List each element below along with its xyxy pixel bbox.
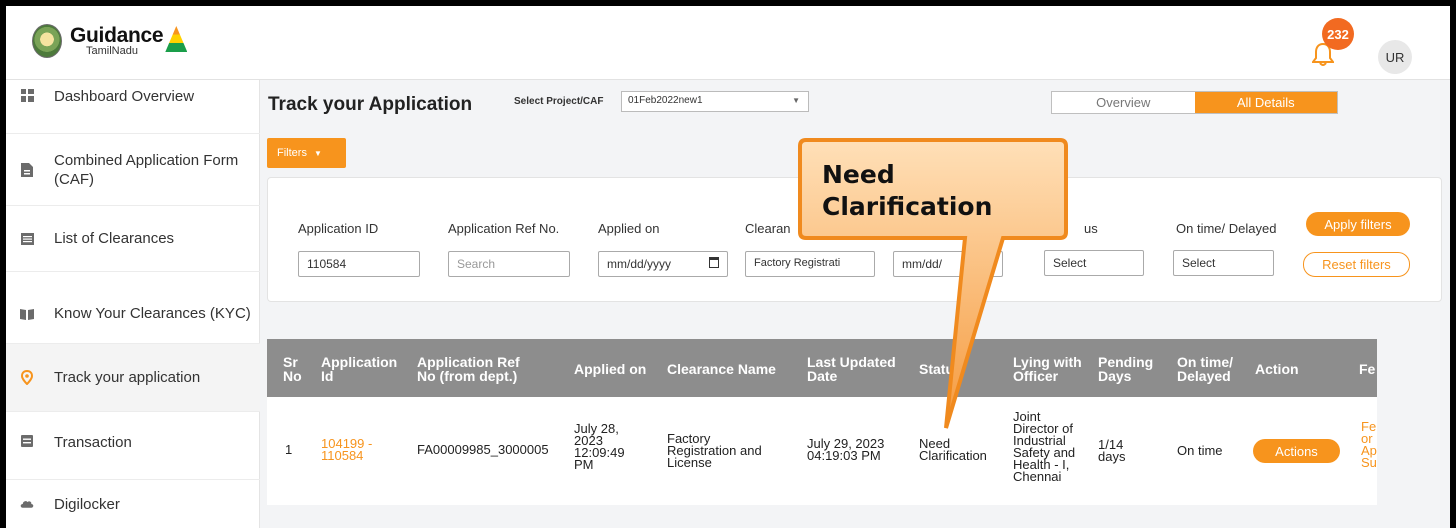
sidebar-item-label: Know Your Clearances (KYC) bbox=[54, 305, 251, 322]
logo-title: Guidance bbox=[70, 24, 164, 47]
table-header: Sr No Application Id Application Ref No … bbox=[267, 339, 1377, 397]
sidebar-item-label: List of Clearances bbox=[54, 230, 175, 247]
ref-no-input[interactable]: Search bbox=[448, 251, 570, 277]
sidebar: Dashboard Overview Combined Application … bbox=[6, 80, 260, 528]
th-ontime-delayed: On time/ Delayed bbox=[1177, 354, 1234, 384]
td-ontime-delayed: On time bbox=[1177, 443, 1223, 458]
td-application-id-link[interactable]: 104199 - 110584 bbox=[321, 437, 372, 462]
chevron-down-icon: ▼ bbox=[792, 96, 800, 105]
td-sr-no: 1 bbox=[285, 442, 293, 457]
document-icon bbox=[20, 162, 34, 177]
apply-filters-button[interactable]: Apply filters bbox=[1306, 212, 1410, 236]
status-label: us bbox=[1084, 221, 1098, 236]
caret-down-icon: ▼ bbox=[313, 148, 322, 158]
clearance-label: Clearan bbox=[745, 221, 791, 236]
th-status: Statu bbox=[919, 361, 954, 377]
book-icon bbox=[20, 307, 34, 321]
transaction-icon bbox=[20, 434, 34, 448]
sidebar-item-label: Combined Application Form (CAF) bbox=[54, 151, 239, 188]
td-last-updated: July 29, 2023 04:19:03 PM bbox=[807, 436, 885, 463]
location-pin-icon bbox=[20, 370, 34, 385]
sidebar-item-label: Track your application bbox=[54, 369, 201, 386]
filters-button-label: Filters bbox=[277, 147, 307, 159]
application-id-input[interactable]: 110584 bbox=[298, 251, 420, 277]
cloud-icon bbox=[20, 496, 34, 510]
td-applied-on: July 28, 2023 12:09:49 PM bbox=[574, 421, 625, 472]
project-select-label: Select Project/CAF bbox=[514, 96, 604, 107]
guidance-logo[interactable]: Guidance TamilNadu bbox=[32, 24, 188, 58]
sidebar-item-label: Digilocker bbox=[54, 496, 120, 513]
logo-subtitle: TamilNadu bbox=[86, 45, 138, 57]
reset-filters-button[interactable]: Reset filters bbox=[1303, 252, 1410, 277]
view-toggle: Overview All Details bbox=[1051, 91, 1338, 114]
applied-on-placeholder: mm/dd/yyyy bbox=[607, 257, 672, 271]
th-application-ref: Application Ref No (from dept.) bbox=[417, 354, 520, 384]
sidebar-item-label: Dashboard Overview bbox=[54, 88, 195, 105]
th-sr-no: Sr No bbox=[283, 354, 302, 384]
clearance-select[interactable]: Factory Registrati bbox=[745, 251, 875, 277]
th-applied-on: Applied on bbox=[574, 361, 647, 377]
notification-badge[interactable]: 232 bbox=[1322, 18, 1354, 50]
calendar-icon bbox=[709, 257, 719, 268]
project-select[interactable]: 01Feb2022new1 ▼ bbox=[621, 91, 809, 112]
applied-on-label: Applied on bbox=[598, 221, 660, 236]
td-fe-link[interactable]: Fe or Ap Su bbox=[1361, 421, 1377, 469]
applied-on-date-input[interactable]: mm/dd/yyyy bbox=[598, 251, 728, 277]
ontime-label: On time/ Delayed bbox=[1176, 221, 1277, 236]
th-pending-days: Pending Days bbox=[1098, 354, 1154, 384]
filters-button[interactable]: Filters ▼ bbox=[267, 138, 346, 168]
th-fe: Fe bbox=[1359, 361, 1376, 377]
user-avatar[interactable]: UR bbox=[1378, 40, 1412, 74]
page-title: Track your Application bbox=[268, 94, 473, 115]
td-status: Need Clarification bbox=[919, 436, 987, 463]
app-frame: Guidance TamilNadu 232 UR Dashboard Over… bbox=[6, 6, 1450, 528]
project-select-value: 01Feb2022new1 bbox=[628, 95, 703, 106]
ref-no-label: Application Ref No. bbox=[448, 221, 560, 236]
flame-logo-icon bbox=[165, 26, 188, 52]
top-header: Guidance TamilNadu 232 UR bbox=[6, 6, 1450, 80]
sidebar-item-kyc[interactable]: Know Your Clearances (KYC) bbox=[6, 272, 260, 344]
td-application-ref: FA00009985_3000005 bbox=[417, 442, 549, 457]
sidebar-item-track-application[interactable]: Track your application bbox=[6, 344, 260, 412]
td-clearance-name: Factory Registration and License bbox=[667, 431, 762, 470]
actions-button[interactable]: Actions bbox=[1253, 439, 1340, 463]
th-last-updated: Last Updated Date bbox=[807, 354, 896, 384]
sidebar-item-clearances[interactable]: List of Clearances bbox=[6, 206, 260, 272]
sidebar-item-digilocker[interactable]: Digilocker bbox=[6, 480, 260, 528]
sidebar-item-dashboard[interactable]: Dashboard Overview bbox=[6, 80, 260, 134]
td-pending-days: 1/14 days bbox=[1098, 437, 1126, 464]
status-select[interactable]: Select bbox=[1044, 250, 1144, 276]
application-id-label: Application ID bbox=[298, 221, 379, 236]
table-row: 1 104199 - 110584 FA00009985_3000005 Jul… bbox=[267, 397, 1377, 505]
list-icon bbox=[20, 232, 34, 246]
grid-icon bbox=[20, 88, 34, 102]
ontime-select[interactable]: Select bbox=[1173, 250, 1274, 276]
sidebar-item-transaction[interactable]: Transaction bbox=[6, 412, 260, 480]
th-action: Action bbox=[1255, 361, 1299, 377]
last-updated-date-input[interactable]: mm/dd/ bbox=[893, 251, 1003, 277]
td-lying-with-officer: Joint Director of Industrial Safety and … bbox=[1013, 409, 1076, 484]
th-application-id: Application Id bbox=[321, 354, 398, 384]
sidebar-item-caf[interactable]: Combined Application Form (CAF) bbox=[6, 134, 260, 206]
sidebar-item-label: Transaction bbox=[54, 434, 132, 451]
toggle-all-details[interactable]: All Details bbox=[1194, 92, 1337, 113]
callout-text: Need Clarification bbox=[822, 160, 993, 221]
th-clearance-name: Clearance Name bbox=[667, 361, 776, 377]
th-lying-with-officer: Lying with Officer bbox=[1013, 354, 1082, 384]
toggle-overview[interactable]: Overview bbox=[1052, 92, 1195, 113]
tamilnadu-emblem-icon bbox=[32, 24, 62, 58]
